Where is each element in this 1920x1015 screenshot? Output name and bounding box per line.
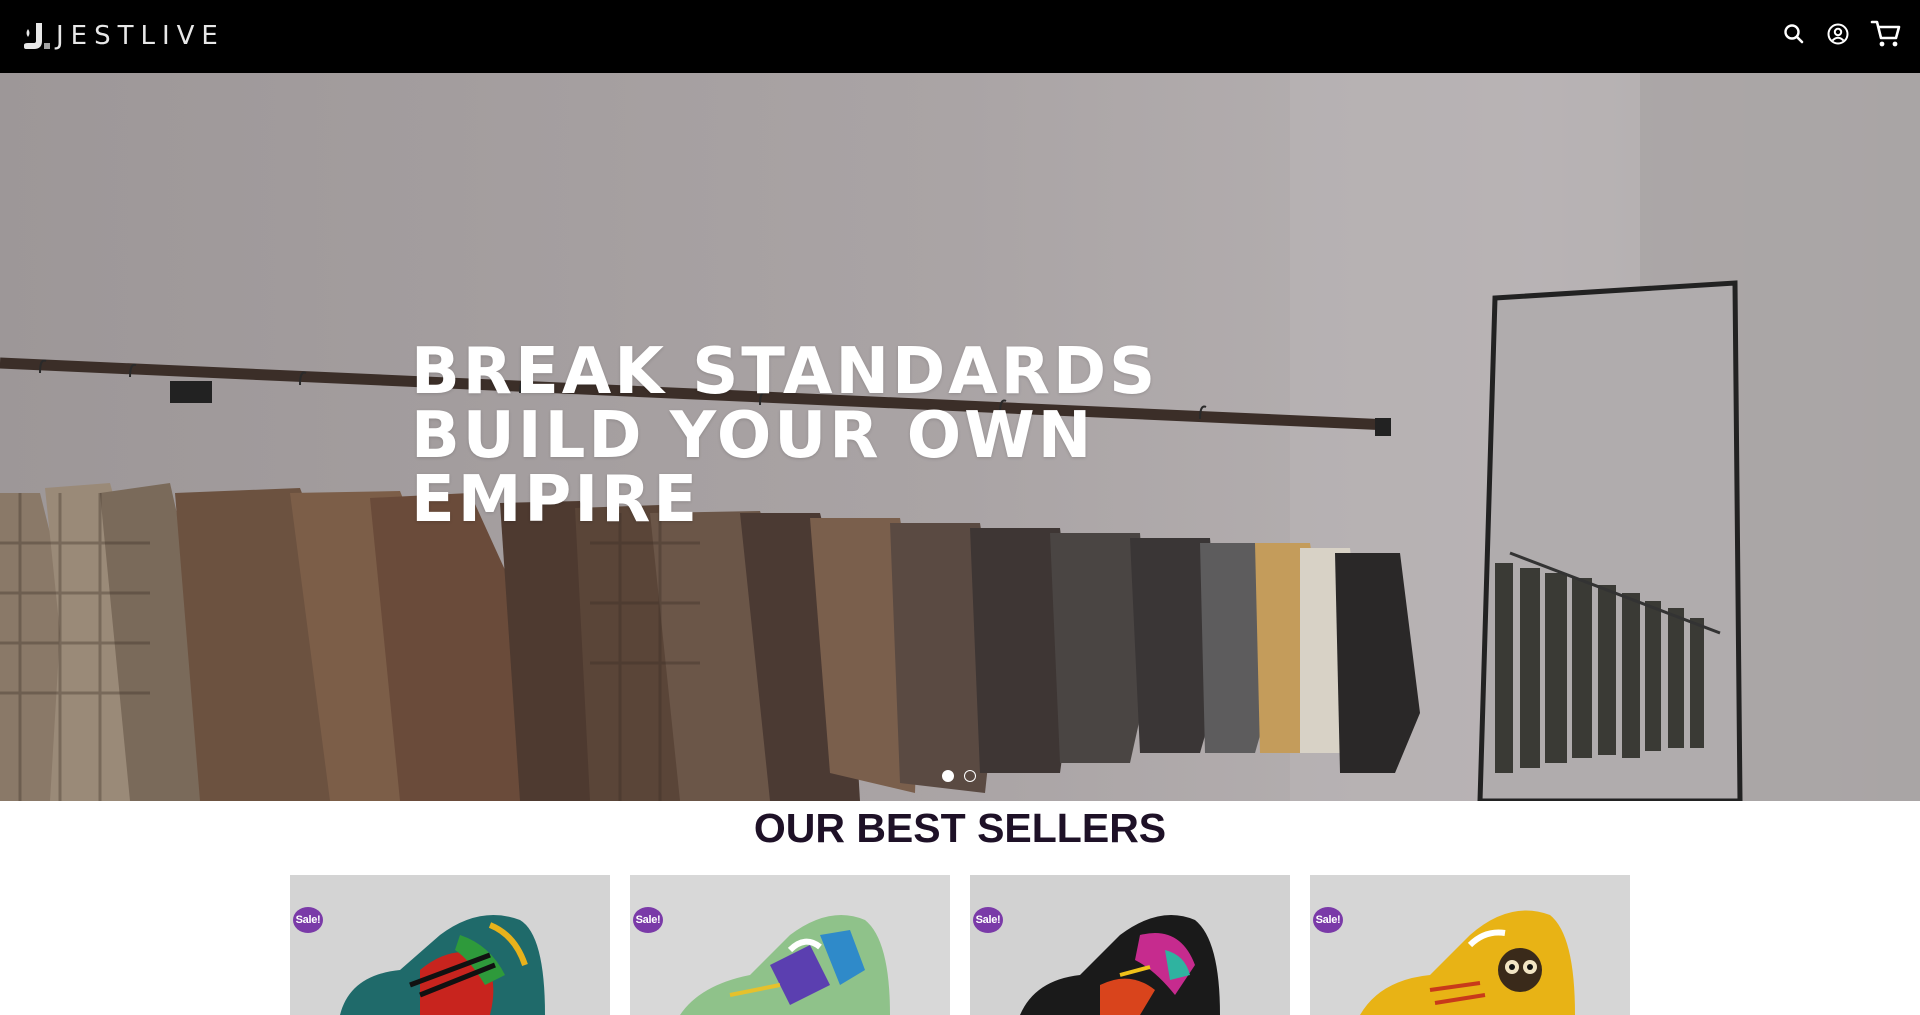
sale-badge: Sale! — [633, 907, 663, 933]
sale-badge: Sale! — [293, 907, 323, 933]
hero-headline-line-1: BREAK STANDARDS — [411, 335, 1159, 409]
logo-mark-icon — [24, 23, 50, 49]
brand-logo[interactable]: JESTLIVE — [22, 20, 225, 52]
best-sellers-title: OUR BEST SELLERS — [753, 805, 1167, 851]
account-icon[interactable] — [1826, 22, 1850, 46]
brand-name: JESTLIVE — [56, 21, 225, 51]
product-card[interactable]: Sale! — [1310, 875, 1630, 1015]
sale-badge: Sale! — [973, 907, 1003, 933]
product-card[interactable]: Sale! — [970, 875, 1290, 1015]
product-image — [630, 875, 950, 1015]
cart-icon[interactable] — [1870, 18, 1902, 50]
hero-headline: BREAK STANDARDS BUILD YOUR OWN EMPIRE — [411, 340, 1158, 532]
search-icon[interactable] — [1782, 22, 1806, 46]
hero-banner: BREAK STANDARDS BUILD YOUR OWN EMPIRE — [0, 73, 1920, 801]
product-grid: Sale! Sale! Sale! Sale! — [290, 875, 1630, 1015]
product-image — [970, 875, 1290, 1015]
slider-dots — [942, 770, 976, 782]
product-card[interactable]: Sale! — [290, 875, 610, 1015]
product-image — [290, 875, 610, 1015]
hero-headline-line-2: BUILD YOUR OWN — [411, 399, 1095, 473]
product-card[interactable]: Sale! — [630, 875, 950, 1015]
sale-badge: Sale! — [1313, 907, 1343, 933]
slider-dot-1[interactable] — [942, 770, 954, 782]
hero-headline-line-3: EMPIRE — [411, 463, 701, 537]
slider-dot-2[interactable] — [964, 770, 976, 782]
product-image — [1310, 875, 1630, 1015]
site-header: JESTLIVE — [0, 0, 1920, 73]
